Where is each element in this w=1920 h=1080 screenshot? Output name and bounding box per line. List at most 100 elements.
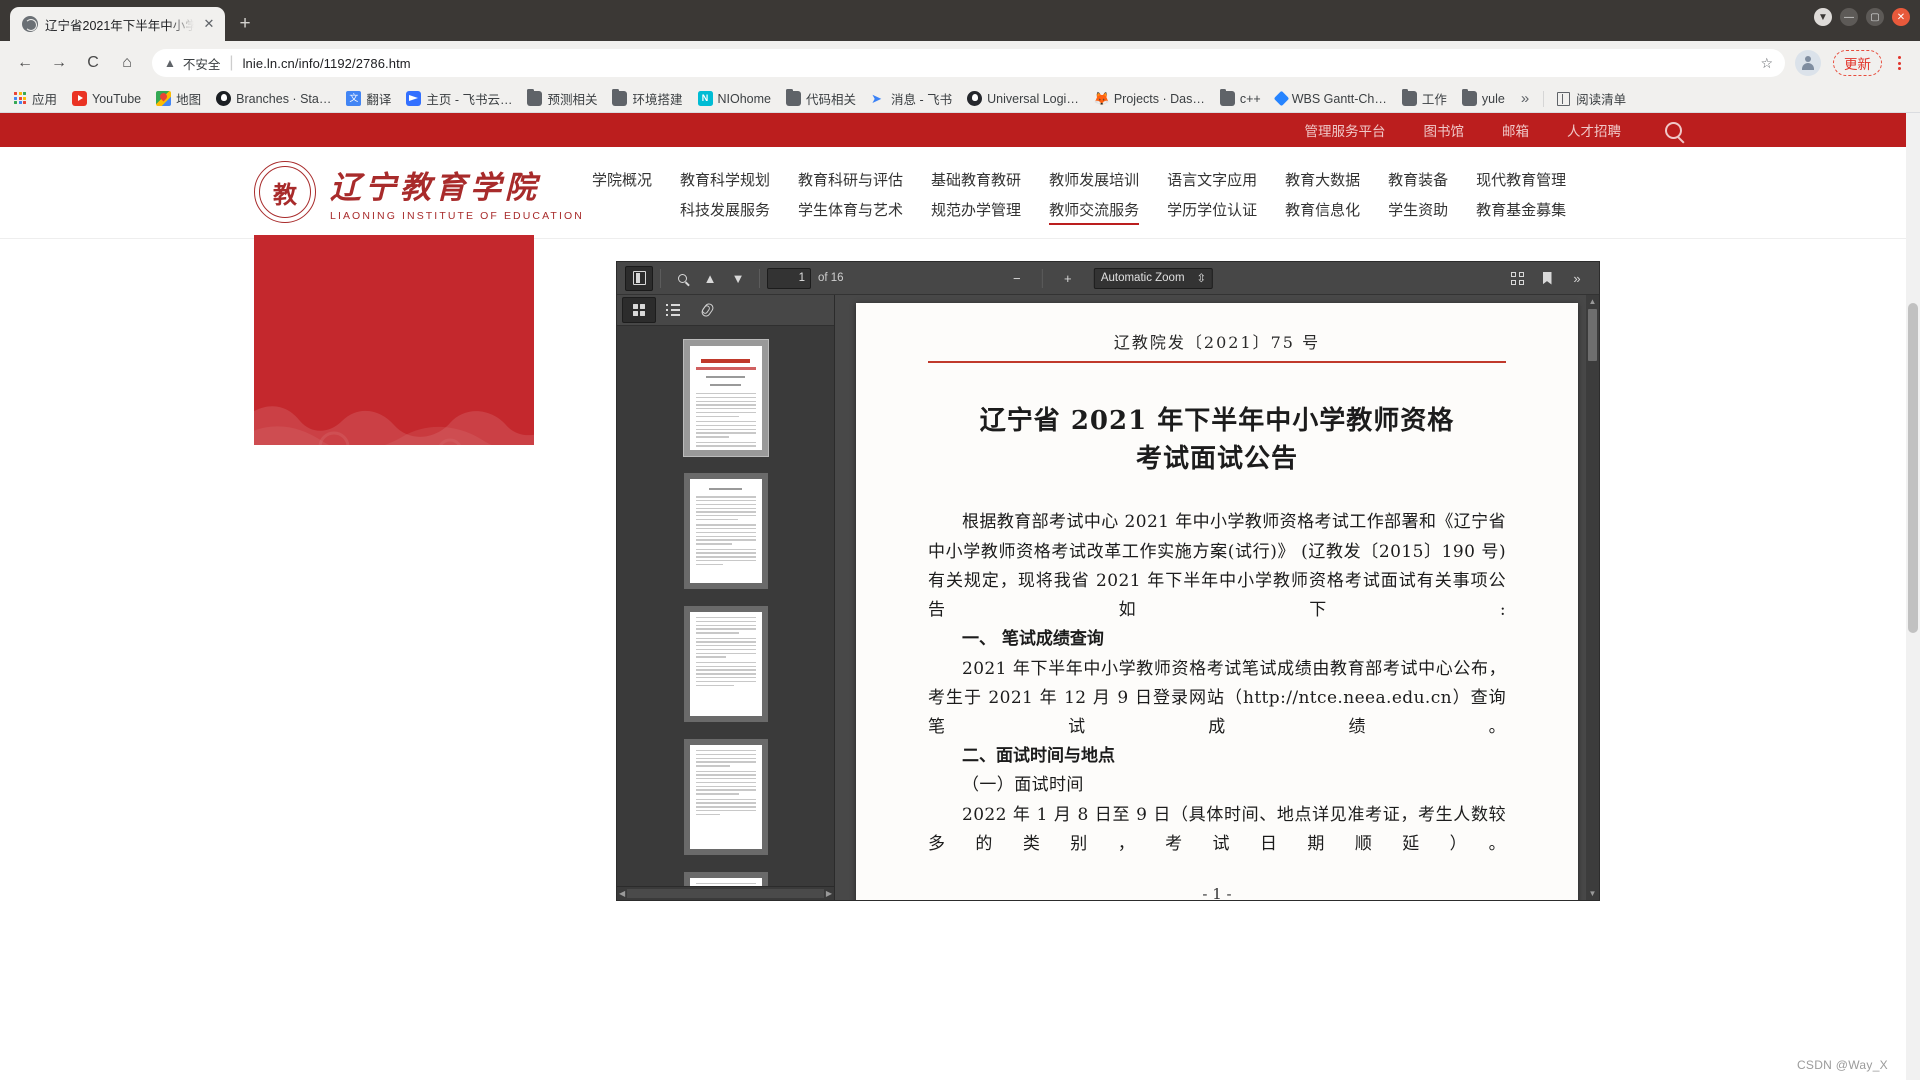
page-scrollbar-thumb[interactable] bbox=[1908, 303, 1918, 633]
page-number-input[interactable]: 1 bbox=[767, 267, 811, 289]
bookmark-niohome[interactable]: N NIOhome bbox=[692, 89, 778, 108]
nav-link-bottom[interactable]: 学历学位认证 bbox=[1167, 199, 1257, 220]
nav-link-bottom[interactable]: 规范办学管理 bbox=[931, 199, 1021, 220]
avatar[interactable] bbox=[1795, 50, 1821, 76]
nav-link-top[interactable]: 现代教育管理 bbox=[1476, 169, 1566, 190]
nav-link-top[interactable]: 教育科学规划 bbox=[680, 169, 770, 190]
pdf-vertical-scrollbar[interactable]: ▲ ▼ bbox=[1586, 295, 1599, 900]
chrome-menu-icon[interactable] bbox=[1888, 56, 1910, 70]
pdf-thumbnail-page-5[interactable] bbox=[683, 872, 768, 886]
more-tools-icon[interactable]: » bbox=[1563, 266, 1591, 291]
pdf-thumbnail-page-2[interactable] bbox=[683, 473, 768, 589]
presentation-mode-icon[interactable] bbox=[1503, 266, 1531, 291]
zoom-out-button[interactable]: − bbox=[1003, 266, 1031, 291]
scroll-left-icon[interactable]: ◀ bbox=[619, 889, 625, 898]
bookmark-universal-login[interactable]: Universal Logi… bbox=[961, 89, 1085, 108]
nav-link-top[interactable]: 教师发展培训 bbox=[1049, 169, 1139, 190]
bookmark-star-icon[interactable]: ☆ bbox=[1760, 55, 1773, 72]
find-icon[interactable] bbox=[668, 266, 696, 291]
nav-link-top[interactable]: 学院概况 bbox=[592, 169, 652, 190]
forward-icon[interactable]: → bbox=[44, 48, 74, 78]
nav-link-bottom[interactable]: 学生体育与艺术 bbox=[798, 199, 903, 220]
nav-link-bottom[interactable]: 教育基金募集 bbox=[1476, 199, 1566, 220]
bookmark-folder-code[interactable]: 代码相关 bbox=[780, 87, 862, 110]
update-button[interactable]: 更新 bbox=[1833, 50, 1882, 76]
previous-page-icon[interactable]: ▲ bbox=[696, 266, 724, 291]
bookmark-translate[interactable]: 文 翻译 bbox=[340, 87, 397, 110]
scroll-down-icon[interactable]: ▼ bbox=[1589, 887, 1597, 900]
sidebar-horizontal-scrollbar[interactable]: ◀ ▶ bbox=[617, 886, 834, 900]
zoom-in-button[interactable]: + bbox=[1054, 266, 1082, 291]
sidebar-toggle-glyph-icon bbox=[632, 271, 646, 285]
pdf-thumbnail-list[interactable] bbox=[617, 326, 834, 886]
bookmark-folder-work[interactable]: 工作 bbox=[1396, 87, 1453, 110]
back-icon[interactable]: ← bbox=[10, 48, 40, 78]
chevron-updown-icon: ⇳ bbox=[1196, 273, 1207, 285]
bookmark-label: 代码相关 bbox=[806, 93, 857, 107]
sidebar-toggle-icon[interactable] bbox=[625, 265, 653, 291]
bookmark-label: Projects · Das… bbox=[1113, 91, 1205, 106]
reading-list-button[interactable]: 阅读清单 bbox=[1551, 87, 1632, 110]
bookmark-wbs-gantt[interactable]: WBS Gantt-Ch… bbox=[1270, 90, 1393, 108]
browser-tab[interactable]: 辽宁省2021年下半年中小学… ✕ bbox=[10, 7, 225, 41]
bookmark-folder-forecast[interactable]: 预测相关 bbox=[521, 87, 603, 110]
nav-link-top[interactable]: 教育大数据 bbox=[1285, 169, 1360, 190]
page-scrollbar[interactable] bbox=[1906, 113, 1920, 1080]
nav-link-bottom-active[interactable]: 教师交流服务 bbox=[1049, 199, 1140, 225]
pdf-page-container[interactable]: 辽教院发〔2021〕75 号 辽宁省 2021 年下半年中小学教师资格 考试面试… bbox=[835, 295, 1599, 900]
chevron-down-icon[interactable]: ▼ bbox=[1814, 8, 1832, 26]
maximize-icon[interactable]: ▢ bbox=[1866, 8, 1884, 26]
paper-plane-icon: ➤ bbox=[871, 91, 882, 106]
next-page-icon[interactable]: ▼ bbox=[724, 266, 752, 291]
pdf-thumbnail-page-1[interactable] bbox=[683, 340, 768, 456]
bookmark-youtube[interactable]: YouTube bbox=[66, 89, 147, 108]
bookmark-feishu-messages[interactable]: ➤ 消息 - 飞书 bbox=[865, 87, 958, 110]
topbar-link-library[interactable]: 图书馆 bbox=[1424, 120, 1465, 140]
document-outline-icon[interactable] bbox=[656, 297, 690, 323]
topbar-link-mail[interactable]: 邮箱 bbox=[1502, 120, 1529, 140]
paperclip-icon[interactable] bbox=[690, 297, 724, 323]
bookmark-folder-yule[interactable]: yule bbox=[1456, 88, 1511, 108]
bookmark-projects-dashboard[interactable]: 🦊 Projects · Das… bbox=[1088, 89, 1211, 108]
scrollbar-track[interactable] bbox=[627, 889, 824, 898]
close-icon[interactable]: ✕ bbox=[201, 16, 217, 32]
topbar-link-management[interactable]: 管理服务平台 bbox=[1305, 120, 1386, 140]
nav-link-top[interactable]: 教育科研与评估 bbox=[798, 169, 903, 190]
bookmark-branches[interactable]: Branches · Sta… bbox=[210, 89, 337, 108]
home-icon[interactable]: ⌂ bbox=[112, 48, 142, 78]
pdf-page-1: 辽教院发〔2021〕75 号 辽宁省 2021 年下半年中小学教师资格 考试面试… bbox=[856, 303, 1578, 900]
zoom-level-select[interactable]: Automatic Zoom ⇳ bbox=[1093, 267, 1214, 289]
nav-link-top[interactable]: 语言文字应用 bbox=[1167, 169, 1257, 190]
nav-link-bottom[interactable]: 学生资助 bbox=[1388, 199, 1448, 220]
scroll-up-icon[interactable]: ▲ bbox=[1589, 295, 1597, 308]
thumbnails-grid-icon[interactable] bbox=[622, 297, 656, 323]
bookmarks-overflow-icon[interactable]: » bbox=[1514, 90, 1536, 107]
site-logo[interactable]: 辽宁教育学院 LIAONING INSTITUTE OF EDUCATION bbox=[254, 161, 584, 223]
bookmark-maps[interactable]: 地图 bbox=[150, 87, 207, 110]
minimize-icon[interactable]: — bbox=[1840, 8, 1858, 26]
close-window-icon[interactable]: ✕ bbox=[1892, 8, 1910, 26]
bookmark-icon[interactable] bbox=[1533, 266, 1561, 291]
bookmark-folder-env[interactable]: 环境搭建 bbox=[606, 87, 688, 110]
apps-grid-icon bbox=[14, 92, 27, 105]
address-bar[interactable]: ▲ 不安全 | lnie.ln.cn/info/1192/2786.htm ☆ bbox=[152, 49, 1785, 77]
page-content: 管理服务平台 图书馆 邮箱 人才招聘 辽宁教育学院 LIAONING INSTI… bbox=[0, 113, 1920, 1080]
nav-link-top[interactable]: 教育装备 bbox=[1388, 169, 1448, 190]
bookmark-apps[interactable]: 应用 bbox=[8, 87, 63, 110]
nav-link-bottom[interactable]: 科技发展服务 bbox=[680, 199, 770, 220]
pdf-thumbnail-page-3[interactable] bbox=[683, 606, 768, 722]
nav-link-bottom[interactable]: 教育信息化 bbox=[1285, 199, 1360, 220]
reload-icon[interactable]: C bbox=[78, 48, 108, 78]
github-icon bbox=[216, 91, 232, 106]
zoom-level-label: Automatic Zoom bbox=[1100, 272, 1185, 284]
scrollbar-thumb[interactable] bbox=[1588, 309, 1597, 361]
pdf-thumbnail-page-4[interactable] bbox=[683, 739, 768, 855]
bookmark-feishu-home[interactable]: 主页 - 飞书云… bbox=[400, 87, 518, 110]
new-tab-button[interactable]: + bbox=[231, 10, 259, 38]
search-icon[interactable] bbox=[1665, 121, 1682, 139]
nav-link-top[interactable]: 基础教育教研 bbox=[931, 169, 1021, 190]
topbar-link-recruitment[interactable]: 人才招聘 bbox=[1567, 120, 1621, 140]
scroll-right-icon[interactable]: ▶ bbox=[826, 889, 832, 898]
bookmarks-divider bbox=[1543, 90, 1545, 107]
bookmark-folder-cpp[interactable]: c++ bbox=[1214, 88, 1267, 108]
